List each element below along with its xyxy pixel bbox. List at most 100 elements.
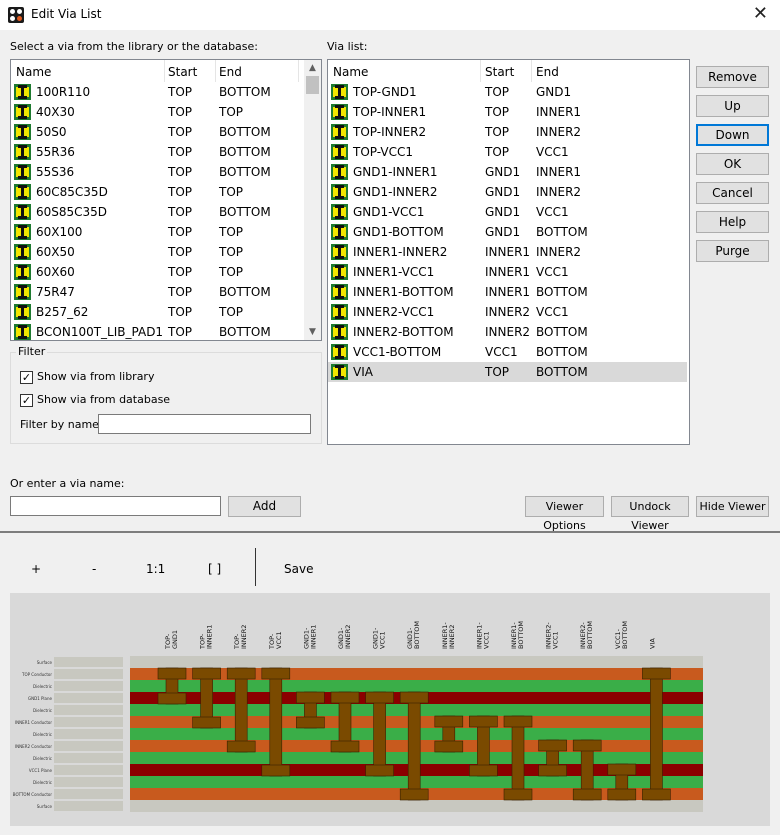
vialist-row[interactable]: VCC1-BOTTOM VCC1 BOTTOM — [328, 342, 687, 362]
vialist-row[interactable]: GND1-INNER2 GND1 INNER2 — [328, 182, 687, 202]
help-button[interactable]: Help — [696, 211, 769, 233]
layer-label: Dielectric — [33, 684, 52, 689]
vialist-row[interactable]: INNER1-VCC1 INNER1 VCC1 — [328, 262, 687, 282]
library-cell-name: 55R36 — [36, 145, 75, 159]
scroll-thumb[interactable] — [306, 76, 319, 94]
library-col-name[interactable]: Name — [16, 65, 51, 79]
cancel-button[interactable]: Cancel — [696, 182, 769, 204]
scroll-down-icon[interactable]: ▼ — [304, 324, 321, 340]
via-icon — [14, 264, 31, 280]
vialist-col-start[interactable]: Start — [485, 65, 514, 79]
via-barrel — [511, 715, 525, 801]
vialist-row[interactable]: GND1-INNER1 GND1 INNER1 — [328, 162, 687, 182]
filter-name-input[interactable] — [98, 414, 311, 434]
vialist-row[interactable]: TOP-VCC1 TOP VCC1 — [328, 142, 687, 162]
down-button[interactable]: Down — [696, 124, 769, 146]
hide-viewer-button[interactable]: Hide Viewer — [696, 496, 769, 517]
library-row[interactable]: 60X100 TOP TOP — [11, 222, 304, 242]
zoom-out-button[interactable]: - — [92, 562, 96, 576]
zoom-in-button[interactable]: + — [31, 562, 41, 576]
vialist-cell-start: TOP — [485, 365, 510, 379]
library-row[interactable]: 55R36 TOP BOTTOM — [11, 142, 304, 162]
close-icon[interactable]: ✕ — [753, 3, 768, 24]
library-cell-name: 50S0 — [36, 125, 67, 139]
vialist-row[interactable]: TOP-INNER2 TOP INNER2 — [328, 122, 687, 142]
via-barrel — [650, 667, 663, 801]
actual-size-button[interactable]: 1:1 — [146, 562, 165, 576]
show-database-checkbox[interactable]: ✓ — [20, 394, 33, 407]
purge-button[interactable]: Purge — [696, 240, 769, 262]
library-cell-name: 75R47 — [36, 285, 75, 299]
fit-view-button[interactable]: [ ] — [208, 562, 221, 576]
layer-swatch — [54, 741, 123, 751]
up-button[interactable]: Up — [696, 95, 769, 117]
vialist-cell-start: TOP — [485, 105, 510, 119]
vialist-row[interactable]: VIA TOP BOTTOM — [328, 362, 687, 382]
ok-button[interactable]: OK — [696, 153, 769, 175]
library-row[interactable]: B257_62 TOP TOP — [11, 302, 304, 322]
filter-name-label: Filter by name: — [20, 418, 103, 431]
vialist-row[interactable]: GND1-BOTTOM GND1 BOTTOM — [328, 222, 687, 242]
show-database-label[interactable]: Show via from database — [37, 393, 170, 406]
via-column-label: TOP-VCC1 — [268, 631, 283, 650]
library-header: Name Start End — [11, 60, 321, 82]
via-pad — [434, 740, 464, 753]
vialist-cell-name: INNER1-INNER2 — [353, 245, 448, 259]
scroll-up-icon[interactable]: ▲ — [304, 60, 321, 76]
library-cell-start: TOP — [168, 85, 193, 99]
vialist-cell-start: INNER1 — [485, 265, 531, 279]
vialist-col-name[interactable]: Name — [333, 65, 368, 79]
layer-swatch — [54, 753, 123, 763]
via-icon — [14, 164, 31, 180]
via-pad — [296, 691, 325, 704]
library-row[interactable]: 55S36 TOP BOTTOM — [11, 162, 304, 182]
vialist-row[interactable]: TOP-GND1 TOP GND1 — [328, 82, 687, 102]
library-row[interactable]: 60S85C35D TOP BOTTOM — [11, 202, 304, 222]
library-row[interactable]: 50S0 TOP BOTTOM — [11, 122, 304, 142]
via-list[interactable]: Name Start End TOP-GND1 TOP GND1 TOP-INNER1… — [327, 59, 690, 445]
library-list[interactable]: Name Start End 100R110 TOP BOTTOM 40X30 TOP T… — [10, 59, 322, 341]
via-pad — [261, 667, 291, 680]
library-cell-start: TOP — [168, 225, 193, 239]
vialist-row[interactable]: INNER1-BOTTOM INNER1 BOTTOM — [328, 282, 687, 302]
via-icon — [331, 144, 348, 160]
via-icon — [14, 244, 31, 260]
library-row[interactable]: 75R47 TOP BOTTOM — [11, 282, 304, 302]
vialist-cell-end: INNER2 — [536, 245, 582, 259]
vialist-cell-name: GND1-INNER2 — [353, 185, 438, 199]
library-row[interactable]: BCON100T_LIB_PAD1 TOP BOTTOM — [11, 322, 304, 342]
library-row[interactable]: 60X60 TOP TOP — [11, 262, 304, 282]
show-library-checkbox[interactable]: ✓ — [20, 371, 33, 384]
layer-swatch — [54, 681, 123, 691]
undock-viewer-button[interactable]: Undock Viewer — [611, 496, 689, 532]
via-name-input[interactable] — [10, 496, 221, 516]
viewer-divider[interactable] — [0, 531, 780, 533]
vialist-col-end[interactable]: End — [536, 65, 559, 79]
vialist-cell-end: INNER1 — [536, 165, 582, 179]
library-row[interactable]: 60C85C35D TOP TOP — [11, 182, 304, 202]
vialist-row[interactable]: GND1-VCC1 GND1 VCC1 — [328, 202, 687, 222]
via-column-label: INNER1-VCC1 — [475, 622, 490, 649]
add-button[interactable]: Add — [228, 496, 301, 517]
vialist-cell-start: GND1 — [485, 225, 521, 239]
vialist-row[interactable]: INNER1-INNER2 INNER1 INNER2 — [328, 242, 687, 262]
show-library-label[interactable]: Show via from library — [37, 370, 154, 383]
library-row[interactable]: 60X50 TOP TOP — [11, 242, 304, 262]
viewer-options-button[interactable]: Viewer Options — [525, 496, 604, 532]
vialist-cell-end: INNER2 — [536, 185, 582, 199]
library-col-end[interactable]: End — [219, 65, 242, 79]
stackup-viewer[interactable]: Surface TOP Conductor Dielectric GND1 Plane… — [10, 593, 770, 826]
library-row[interactable]: 100R110 TOP BOTTOM — [11, 82, 304, 102]
remove-button[interactable]: Remove — [696, 66, 769, 88]
library-col-start[interactable]: Start — [168, 65, 197, 79]
vialist-row[interactable]: INNER2-BOTTOM INNER2 BOTTOM — [328, 322, 687, 342]
via-icon — [331, 184, 348, 200]
save-button[interactable]: Save — [284, 562, 313, 576]
library-row[interactable]: 40X30 TOP TOP — [11, 102, 304, 122]
vialist-row[interactable]: INNER2-VCC1 INNER2 VCC1 — [328, 302, 687, 322]
via-icon — [331, 164, 348, 180]
layer-swatch — [54, 705, 123, 715]
vialist-row[interactable]: TOP-INNER1 TOP INNER1 — [328, 102, 687, 122]
library-cell-name: BCON100T_LIB_PAD1 — [36, 325, 164, 339]
library-scrollbar[interactable]: ▲ ▼ — [304, 60, 321, 340]
